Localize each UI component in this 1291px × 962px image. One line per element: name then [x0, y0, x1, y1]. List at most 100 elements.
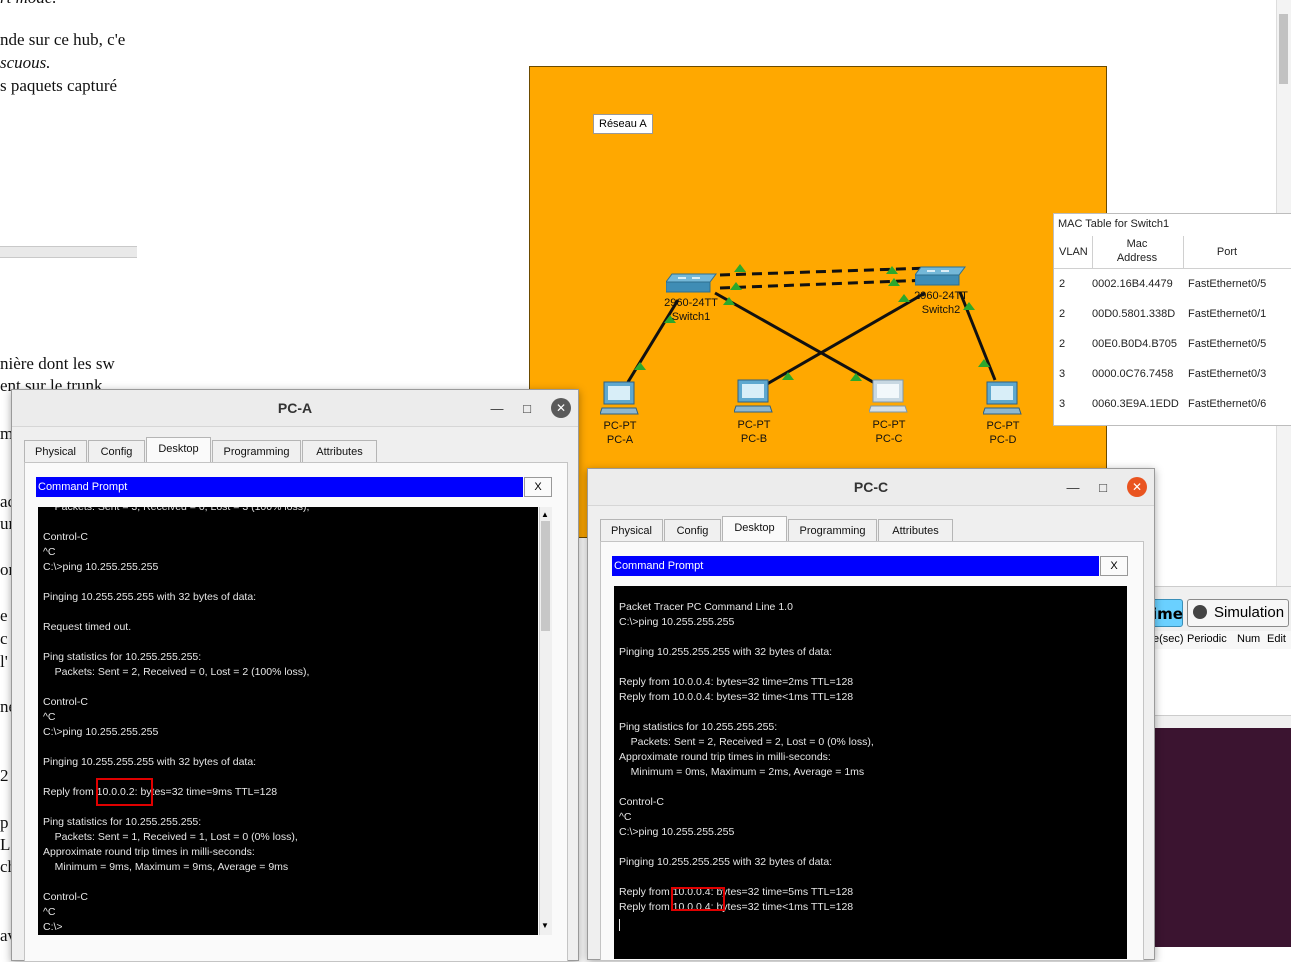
col-time[interactable]: e(sec) — [1153, 633, 1184, 645]
pc-name: PC-D — [989, 434, 1017, 446]
cell-mac: 0000.0C76.7458 — [1092, 368, 1174, 380]
table-row[interactable]: 2 00D0.5801.338D FastEthernet0/1 — [1054, 308, 1291, 338]
table-row[interactable]: 2 0002.16B4.4479 FastEthernet0/5 — [1054, 278, 1291, 308]
terminal-line: Packets: Sent = 3, Received = 0, Lost = … — [43, 507, 310, 513]
terminal-line: Ping statistics for 10.255.255.255: — [43, 816, 202, 828]
col-vlan[interactable]: VLAN — [1059, 246, 1088, 258]
terminal-line: ^C — [43, 546, 56, 558]
cmd-titlebar: Command Prompt — [36, 477, 523, 497]
pc-c-window[interactable]: PC-C — □ ✕ Physical Config Desktop Progr… — [587, 468, 1155, 961]
terminal-line: C:\> — [43, 921, 63, 933]
event-list-hscrollbar[interactable] — [1153, 715, 1291, 728]
terminal-line: Pinging 10.255.255.255 with 32 bytes of … — [43, 756, 257, 768]
col-mac-line1[interactable]: Mac — [1092, 238, 1182, 250]
close-icon[interactable]: ✕ — [551, 398, 571, 418]
pc-icon[interactable] — [983, 380, 1023, 418]
pc-icon[interactable] — [869, 378, 909, 416]
table-row[interactable]: 3 0060.3E9A.1EDD FastEthernet0/6 — [1054, 398, 1291, 428]
cmd-close-button[interactable]: X — [1100, 556, 1128, 576]
cmd-close-button[interactable]: X — [524, 477, 552, 497]
switch-icon[interactable] — [666, 270, 718, 296]
simulation-label: Simulation — [1214, 604, 1285, 621]
mac-table-window[interactable]: MAC Table for Switch1 VLAN Mac Address P… — [1053, 213, 1291, 426]
col-mac-line2[interactable]: Address — [1092, 252, 1182, 264]
cell-mac: 00D0.5801.338D — [1092, 308, 1176, 320]
cell-port: FastEthernet0/6 — [1188, 398, 1267, 410]
tab-physical[interactable]: Physical — [24, 440, 87, 462]
terminal-line: C:\>ping 10.255.255.255 — [619, 826, 735, 838]
switch-model: 2960-24TT — [664, 297, 718, 309]
mac-table-title: MAC Table for Switch1 — [1058, 218, 1170, 230]
table-row[interactable]: 2 00E0.B0D4.B705 FastEthernet0/5 — [1054, 338, 1291, 368]
stopwatch-icon — [1193, 605, 1207, 619]
tab-config[interactable]: Config — [664, 519, 721, 541]
cell-mac: 0002.16B4.4479 — [1092, 278, 1173, 290]
close-icon[interactable]: ✕ — [1127, 477, 1147, 497]
tab-programming[interactable]: Programming — [788, 519, 877, 541]
scroll-down-arrow[interactable]: ▼ — [541, 921, 549, 930]
switch1-label: 2960-24TT Switch1 — [650, 296, 732, 324]
pc-model: PC-PT — [986, 420, 1020, 432]
pc-icon[interactable] — [734, 378, 774, 416]
pc-model: PC-PT — [603, 420, 637, 432]
col-num[interactable]: Num — [1237, 633, 1260, 645]
scroll-up-arrow[interactable]: ▲ — [541, 510, 549, 519]
desktop-background — [1153, 728, 1291, 947]
terminal-line: Ping statistics for 10.255.255.255: — [43, 651, 202, 663]
pc-d-label: PC-PT PC-D — [973, 419, 1033, 447]
maximize-icon[interactable]: □ — [1094, 479, 1112, 497]
cell-vlan: 3 — [1059, 368, 1066, 380]
scrollbar-thumb[interactable] — [541, 521, 550, 631]
tab-programming[interactable]: Programming — [212, 440, 301, 462]
pc-icon[interactable] — [600, 380, 640, 418]
event-list-header: e(sec) Periodic Num Edit — [1153, 631, 1291, 650]
terminal-line: Packets: Sent = 2, Received = 0, Lost = … — [43, 666, 310, 678]
terminal-line: Packet Tracer PC Command Line 1.0 — [619, 601, 793, 613]
realtime-mode-button[interactable]: ime — [1151, 599, 1183, 627]
minimize-icon[interactable]: — — [488, 400, 506, 418]
ip-highlight-box — [671, 887, 725, 911]
cell-vlan: 2 — [1059, 308, 1066, 320]
col-periodic[interactable]: Periodic — [1187, 633, 1227, 645]
terminal-line: C:\>ping 10.255.255.255 — [43, 561, 159, 573]
tab-attributes[interactable]: Attributes — [302, 440, 377, 462]
terminal-line: Minimum = 0ms, Maximum = 2ms, Average = … — [619, 766, 865, 778]
col-port[interactable]: Port — [1182, 246, 1272, 258]
terminal-line: Control-C — [43, 891, 88, 903]
pc-a-label: PC-PT PC-A — [590, 419, 650, 447]
terminal-line: Packets: Sent = 2, Received = 2, Lost = … — [619, 736, 874, 748]
terminal-line: C:\>ping 10.255.255.255 — [43, 726, 159, 738]
event-list-body[interactable] — [1153, 649, 1291, 715]
terminal-scrollbar[interactable]: ▲ ▼ — [539, 507, 552, 935]
tab-physical[interactable]: Physical — [600, 519, 663, 541]
simulation-mode-button[interactable]: Simulation — [1187, 599, 1289, 627]
pc-a-titlebar[interactable]: PC-A — □ ✕ — [12, 390, 578, 427]
terminal-line: Minimum = 9ms, Maximum = 9ms, Average = … — [43, 861, 289, 873]
pc-model: PC-PT — [737, 419, 771, 431]
terminal-line: Control-C — [43, 531, 88, 543]
terminal-line: Reply from 10.0.0.4: bytes=32 time<1ms T… — [619, 691, 854, 703]
terminal-line: Reply from 10.0.0.4: bytes=32 time=5ms T… — [619, 886, 854, 898]
switch-icon[interactable] — [915, 263, 967, 289]
terminal-line: ^C — [43, 906, 56, 918]
maximize-icon[interactable]: □ — [518, 400, 536, 418]
pc-a-window[interactable]: PC-A — □ ✕ Physical Config Desktop Progr… — [11, 389, 579, 962]
terminal-line: ^C — [43, 711, 56, 723]
cell-vlan: 3 — [1059, 398, 1066, 410]
pc-c-titlebar[interactable]: PC-C — □ ✕ — [588, 469, 1154, 506]
text-cursor — [619, 919, 620, 931]
tab-config[interactable]: Config — [88, 440, 145, 462]
switch-name: Switch1 — [671, 311, 711, 323]
table-row[interactable]: 3 0000.0C76.7458 FastEthernet0/3 — [1054, 368, 1291, 398]
tab-attributes[interactable]: Attributes — [878, 519, 953, 541]
terminal-line: Ping statistics for 10.255.255.255: — [619, 721, 778, 733]
tab-desktop[interactable]: Desktop — [722, 516, 787, 541]
minimize-icon[interactable]: — — [1064, 479, 1082, 497]
cell-vlan: 2 — [1059, 338, 1066, 350]
terminal-output[interactable]: Packets: Sent = 3, Received = 0, Lost = … — [38, 507, 538, 935]
tab-desktop[interactable]: Desktop — [146, 437, 211, 462]
mac-table-header: VLAN Mac Address Port — [1054, 236, 1291, 269]
col-edit[interactable]: Edit — [1267, 633, 1286, 645]
terminal-line: C:\>ping 10.255.255.255 — [619, 616, 735, 628]
simulation-panel: ime Simulation e(sec) Periodic Num Edit — [1151, 586, 1291, 728]
